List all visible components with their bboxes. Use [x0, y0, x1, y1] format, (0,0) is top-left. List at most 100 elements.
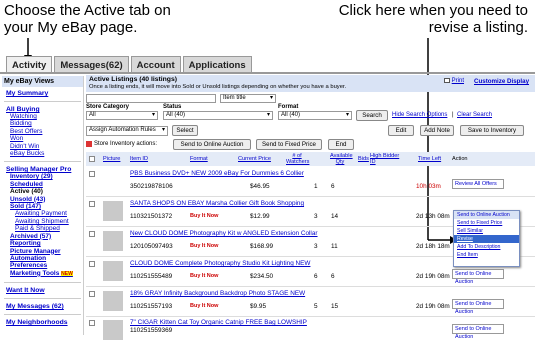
tab-divider	[0, 72, 535, 74]
customize-display-link[interactable]: Customize Display	[474, 78, 529, 85]
item-id: 120105097493	[130, 243, 173, 250]
col-item-id[interactable]: Item ID	[130, 156, 148, 162]
sidebar-item-active[interactable]: Active (40)	[10, 188, 83, 195]
item-thumbnail[interactable]	[103, 261, 123, 281]
row-checkbox[interactable]	[89, 201, 95, 207]
col-available-qty[interactable]: Available Qty	[330, 153, 353, 165]
sidebar-item-unsold[interactable]: Unsold (43)	[10, 196, 83, 203]
sidebar-want-it-now[interactable]: Want It Now	[6, 287, 80, 294]
listings-table-header: Picture Item ID Format Current Price # o…	[86, 152, 535, 166]
print-link[interactable]: Print	[444, 78, 464, 84]
select-all-checkbox[interactable]	[89, 156, 95, 162]
search-input[interactable]	[86, 94, 216, 103]
table-row[interactable]: 7" CIGAR Kitten Cat Toy Organic Catnip F…	[86, 317, 535, 340]
row-checkbox[interactable]	[89, 291, 95, 297]
sidebar-item-automation-preferences[interactable]: Automation Preferences	[10, 255, 83, 270]
listing-title-link[interactable]: CLOUD DOME Complete Photography Studio K…	[130, 260, 310, 267]
item-thumbnail[interactable]	[103, 231, 123, 251]
row-checkbox[interactable]	[89, 261, 95, 267]
end-button[interactable]: End	[328, 139, 354, 150]
listing-title-link[interactable]: 7" CIGAR Kitten Cat Toy Organic Catnip F…	[130, 319, 307, 326]
col-format[interactable]: Format	[190, 156, 208, 162]
sidebar-my-neighborhoods[interactable]: My Neighborhoods	[6, 319, 80, 326]
sidebar-item-picture-manager[interactable]: Picture Manager	[10, 248, 83, 255]
review-offers-action[interactable]: Review All Offers	[452, 179, 504, 189]
menu-add-to-description[interactable]: Add To Description	[454, 243, 519, 251]
action-select[interactable]: Send to Online Auction	[452, 269, 504, 285]
col-current-price[interactable]: Current Price	[238, 156, 271, 162]
sidebar-item-paid-shipped[interactable]: Paid & Shipped	[15, 225, 83, 232]
row-checkbox[interactable]	[89, 171, 95, 177]
sidebar-divider	[4, 298, 81, 300]
time-left: 10h 03m	[416, 183, 441, 190]
sidebar-item-scheduled[interactable]: Scheduled	[10, 181, 83, 188]
sidebar-my-messages[interactable]: My Messages (62)	[6, 303, 80, 310]
action-select[interactable]: Send to Online Auction	[452, 299, 504, 315]
col-watchers[interactable]: # of Watchers	[286, 153, 309, 165]
table-row[interactable]: 18% GRAY Infinity Background Backdrop Ph…	[86, 288, 535, 316]
tab-messages[interactable]: Messages(62)	[54, 56, 129, 73]
automation-rules-select[interactable]: Assign Automation Rules ▾	[86, 126, 168, 136]
sidebar: My eBay Views My Summary All Buying Watc…	[2, 76, 84, 335]
row-checkbox[interactable]	[89, 231, 95, 237]
sidebar-item-reporting[interactable]: Reporting	[10, 240, 83, 247]
col-bids[interactable]: Bids	[358, 156, 369, 162]
sidebar-item-awaiting-shipment[interactable]: Awaiting Shipment	[15, 218, 83, 225]
hide-search-options-link[interactable]: Hide Search Options	[392, 112, 447, 118]
sidebar-item-won[interactable]: Won	[10, 135, 83, 142]
sidebar-item-ebay-bucks[interactable]: eBay Bucks	[10, 150, 83, 157]
send-to-auction-button[interactable]: Send to Online Auction	[173, 139, 251, 150]
select-button[interactable]: Select	[172, 125, 198, 136]
listing-title-link[interactable]: 18% GRAY Infinity Background Backdrop Ph…	[130, 290, 305, 297]
edit-button[interactable]: Edit	[388, 125, 414, 136]
sidebar-item-inventory[interactable]: Inventory (29)	[10, 173, 83, 180]
send-to-fixed-price-button[interactable]: Send to Fixed Price	[256, 139, 322, 150]
search-button[interactable]: Search	[356, 110, 388, 121]
item-thumbnail[interactable]	[103, 320, 123, 340]
item-thumbnail[interactable]	[103, 291, 123, 311]
sidebar-my-summary[interactable]: My Summary	[6, 90, 80, 97]
sidebar-item-bidding[interactable]: Bidding	[10, 120, 83, 127]
save-to-inventory-button[interactable]: Save to Inventory	[460, 125, 524, 136]
search-field-select[interactable]: Item title ▾	[220, 94, 276, 103]
menu-sell-similar[interactable]: Sell Similar	[454, 227, 519, 235]
tab-applications[interactable]: Applications	[182, 56, 252, 73]
current-price: $46.95	[250, 183, 270, 190]
row-checkbox[interactable]	[89, 320, 95, 326]
listing-title-link[interactable]: SANTA SHOPS ON EBAY Marsha Collier Gift …	[130, 200, 304, 207]
sidebar-item-archived[interactable]: Archived (57)	[10, 233, 83, 240]
col-time-left[interactable]: Time Left	[418, 156, 441, 162]
menu-end-item[interactable]: End Item	[454, 251, 519, 259]
tab-activity[interactable]: Activity	[6, 56, 53, 73]
status-select[interactable]: All (40) ▾	[163, 111, 273, 120]
add-note-button[interactable]: Add Note	[420, 125, 454, 136]
sidebar-item-watching[interactable]: Watching	[10, 113, 83, 120]
listing-title-link[interactable]: PBS Business DVD+ NEW 2009 eBay For Dumm…	[130, 170, 304, 177]
sidebar-item-awaiting-payment[interactable]: Awaiting Payment	[15, 210, 83, 217]
sidebar-all-buying[interactable]: All Buying	[6, 106, 80, 113]
format-select[interactable]: All (40) ▾	[278, 111, 352, 120]
listing-title-link[interactable]: New CLOUD DOME Photography Kit w ANGLED …	[130, 230, 318, 237]
store-category-value: All	[89, 112, 96, 118]
sidebar-selling-manager[interactable]: Selling Manager Pro	[6, 166, 80, 173]
menu-send-to-fixed-price[interactable]: Send to Fixed Price	[454, 219, 519, 227]
link-separator: |	[452, 112, 454, 118]
store-category-select[interactable]: All ▾	[86, 111, 158, 120]
sidebar-divider	[4, 282, 81, 284]
col-high-bidder[interactable]: High Bidder ID	[370, 153, 400, 165]
clear-search-link[interactable]: Clear Search	[457, 112, 492, 118]
sidebar-item-sold[interactable]: Sold (147)	[10, 203, 83, 210]
table-row[interactable]: PBS Business DVD+ NEW 2009 eBay For Dumm…	[86, 168, 535, 196]
col-picture[interactable]: Picture	[103, 156, 120, 162]
item-thumbnail[interactable]	[103, 201, 123, 221]
menu-revise[interactable]: Revise	[454, 235, 519, 243]
status-label: Status	[163, 104, 182, 110]
sidebar-item-marketing-tools[interactable]: Marketing Tools NEW	[10, 270, 83, 278]
sidebar-item-didnt-win[interactable]: Didn't Win	[10, 143, 83, 150]
action-select[interactable]: Send to Online Auction	[452, 324, 504, 340]
sidebar-item-best-offers[interactable]: Best Offers	[10, 128, 83, 135]
tab-account[interactable]: Account	[130, 56, 181, 73]
menu-send-to-online-auction[interactable]: Send to Online Auction	[454, 211, 519, 219]
time-left: 2d 13h 08m	[416, 213, 450, 220]
action-dropdown-menu: Send to Online Auction Send to Fixed Pri…	[453, 210, 520, 267]
